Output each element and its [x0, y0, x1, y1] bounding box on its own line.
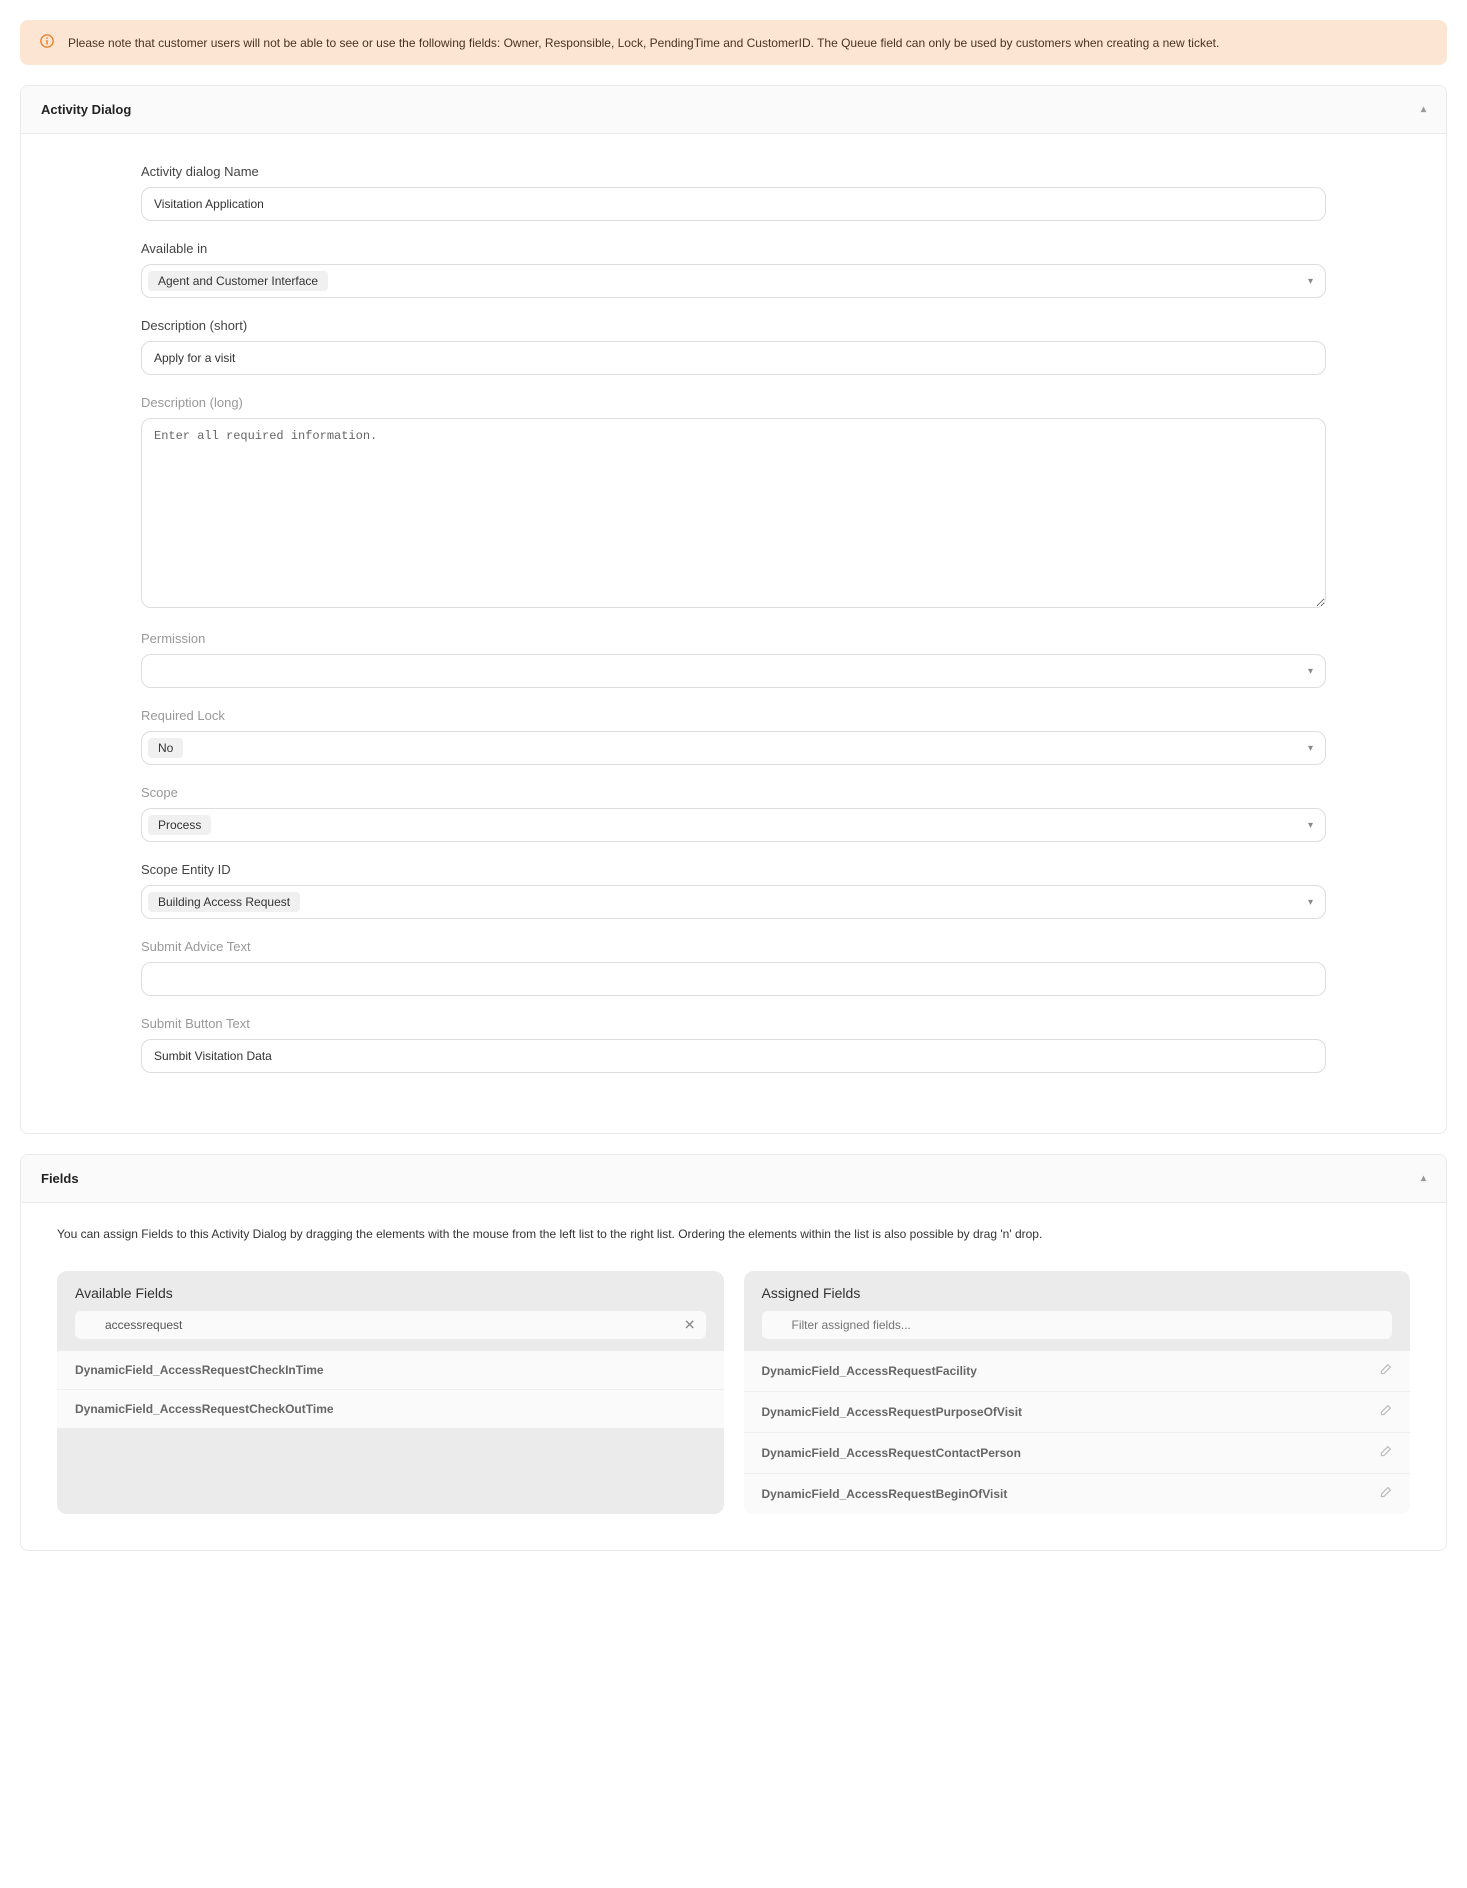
chevron-down-icon: ▾ [1308, 276, 1313, 287]
permission-select[interactable]: ▾ [141, 654, 1326, 688]
field-label: DynamicField_AccessRequestCheckInTime [75, 1363, 324, 1377]
edit-icon[interactable] [1379, 1363, 1392, 1379]
panel-title: Activity Dialog [41, 102, 131, 117]
submit-advice-label: Submit Advice Text [141, 939, 1326, 954]
field-label: DynamicField_AccessRequestFacility [762, 1364, 977, 1378]
select-value [148, 668, 168, 674]
select-value: Agent and Customer Interface [148, 271, 328, 291]
panel-title: Fields [41, 1171, 79, 1186]
submit-advice-input[interactable] [141, 962, 1326, 996]
fields-help-text: You can assign Fields to this Activity D… [57, 1227, 1410, 1241]
scope-entity-select[interactable]: Building Access Request ▾ [141, 885, 1326, 919]
available-filter-input[interactable] [75, 1311, 706, 1339]
field-label: DynamicField_AccessRequestContactPerson [762, 1446, 1021, 1460]
available-fields-title: Available Fields [57, 1271, 724, 1311]
desc-long-label: Description (long) [141, 395, 1326, 410]
field-label: DynamicField_AccessRequestBeginOfVisit [762, 1487, 1008, 1501]
scope-select[interactable]: Process ▾ [141, 808, 1326, 842]
field-label: DynamicField_AccessRequestPurposeOfVisit [762, 1405, 1023, 1419]
edit-icon[interactable] [1379, 1445, 1392, 1461]
field-item[interactable]: DynamicField_AccessRequestPurposeOfVisit [744, 1392, 1411, 1433]
permission-label: Permission [141, 631, 1326, 646]
clear-icon[interactable]: ✕ [684, 1317, 696, 1334]
chevron-down-icon: ▾ [1308, 897, 1313, 908]
fields-header[interactable]: Fields ▴ [21, 1155, 1446, 1203]
fields-panel: Fields ▴ You can assign Fields to this A… [20, 1154, 1447, 1551]
field-item[interactable]: DynamicField_AccessRequestBeginOfVisit [744, 1474, 1411, 1514]
chevron-down-icon: ▾ [1308, 666, 1313, 677]
activity-dialog-panel: Activity Dialog ▴ Activity dialog Name A… [20, 85, 1447, 1134]
submit-button-input[interactable] [141, 1039, 1326, 1073]
required-lock-label: Required Lock [141, 708, 1326, 723]
scope-label: Scope [141, 785, 1326, 800]
info-icon [40, 34, 54, 51]
scope-entity-label: Scope Entity ID [141, 862, 1326, 877]
info-banner: Please note that customer users will not… [20, 20, 1447, 65]
field-item[interactable]: DynamicField_AccessRequestCheckOutTime [57, 1390, 724, 1428]
assigned-fields-column: Assigned Fields DynamicField_AccessReque… [744, 1271, 1411, 1514]
required-lock-select[interactable]: No ▾ [141, 731, 1326, 765]
field-label: DynamicField_AccessRequestCheckOutTime [75, 1402, 334, 1416]
field-item[interactable]: DynamicField_AccessRequestContactPerson [744, 1433, 1411, 1474]
assigned-field-list: DynamicField_AccessRequestFacility Dynam… [744, 1351, 1411, 1514]
assigned-filter-input[interactable] [762, 1311, 1393, 1339]
chevron-down-icon: ▾ [1308, 743, 1313, 754]
field-item[interactable]: DynamicField_AccessRequestCheckInTime [57, 1351, 724, 1390]
select-value: No [148, 738, 183, 758]
edit-icon[interactable] [1379, 1486, 1392, 1502]
activity-dialog-header[interactable]: Activity Dialog ▴ [21, 86, 1446, 134]
info-text: Please note that customer users will not… [68, 36, 1219, 50]
submit-button-label: Submit Button Text [141, 1016, 1326, 1031]
collapse-icon[interactable]: ▴ [1421, 1173, 1426, 1184]
desc-short-input[interactable] [141, 341, 1326, 375]
available-in-label: Available in [141, 241, 1326, 256]
name-input[interactable] [141, 187, 1326, 221]
available-fields-column: Available Fields ✕ DynamicField_AccessRe… [57, 1271, 724, 1514]
available-in-select[interactable]: Agent and Customer Interface ▾ [141, 264, 1326, 298]
select-value: Building Access Request [148, 892, 300, 912]
edit-icon[interactable] [1379, 1404, 1392, 1420]
desc-long-textarea[interactable] [141, 418, 1326, 608]
select-value: Process [148, 815, 211, 835]
name-label: Activity dialog Name [141, 164, 1326, 179]
desc-short-label: Description (short) [141, 318, 1326, 333]
available-field-list: DynamicField_AccessRequestCheckInTime Dy… [57, 1351, 724, 1428]
collapse-icon[interactable]: ▴ [1421, 104, 1426, 115]
assigned-fields-title: Assigned Fields [744, 1271, 1411, 1311]
field-item[interactable]: DynamicField_AccessRequestFacility [744, 1351, 1411, 1392]
chevron-down-icon: ▾ [1308, 820, 1313, 831]
